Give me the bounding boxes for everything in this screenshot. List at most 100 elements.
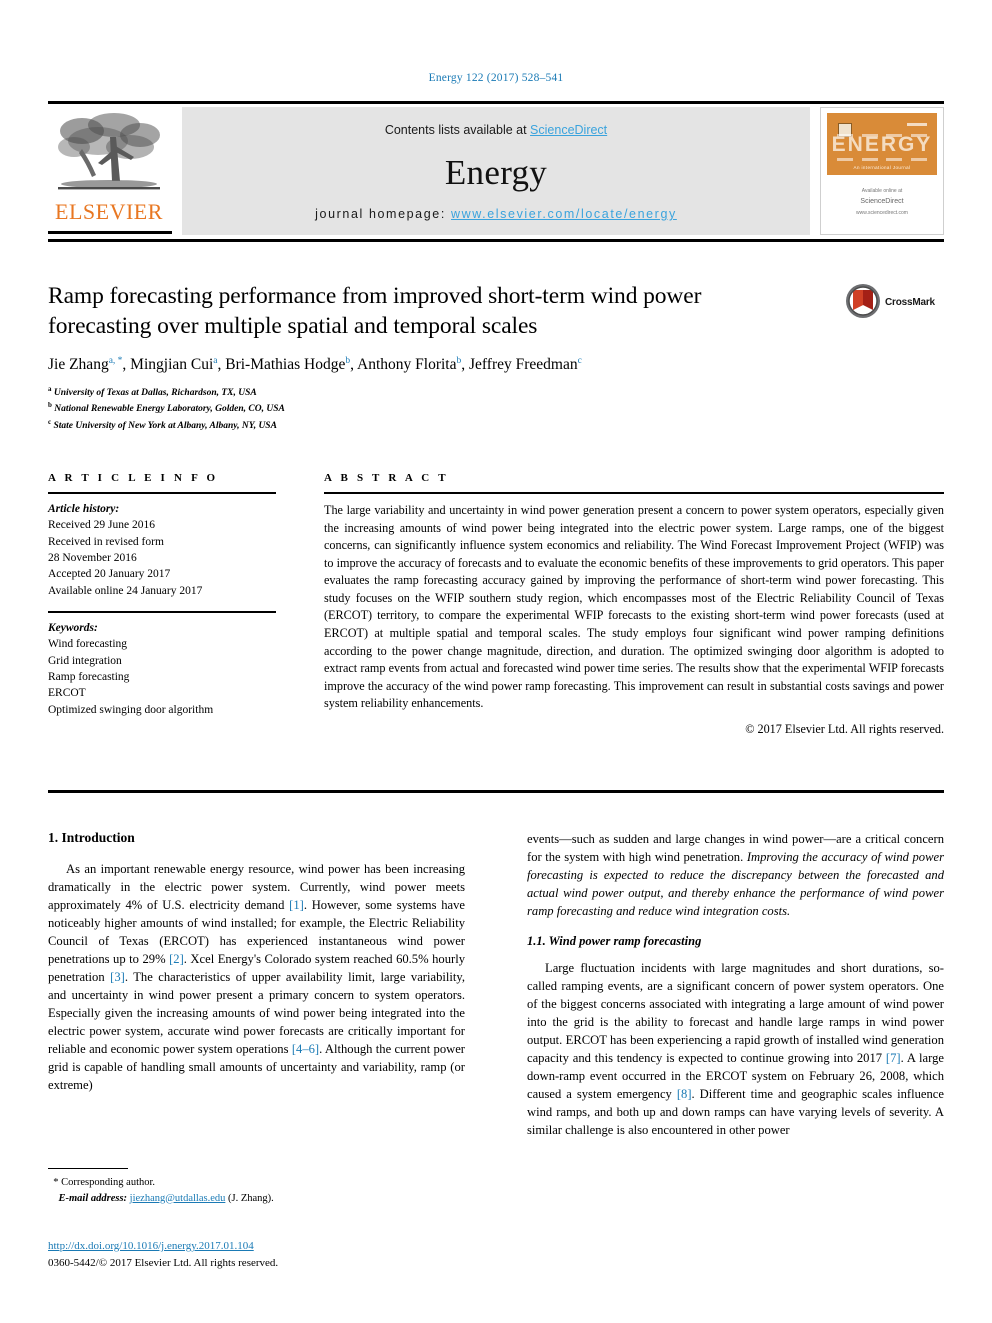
author-1-name: Mingjian Cui [130,356,214,374]
keyword-3: ERCOT [48,687,86,700]
author-list: Jie Zhanga, *, Mingjian Cuia, Bri-Mathia… [48,356,582,374]
citation-7[interactable]: [7] [886,1051,901,1065]
doi-block: http://dx.doi.org/10.1016/j.energy.2017.… [48,1238,465,1272]
doi-link[interactable]: http://dx.doi.org/10.1016/j.energy.2017.… [48,1240,254,1252]
crossmark-label: CrossMark [885,297,935,308]
citation-4-6[interactable]: [4–6] [292,1042,319,1056]
abstract-text: The large variability and uncertainty in… [324,503,944,711]
affiliation-a: a University of Texas at Dallas, Richard… [48,384,944,401]
crossmark-icon [846,284,880,318]
section-1-heading: 1. Introduction [48,830,135,845]
article-history-item-3: Accepted 20 January 2017 [48,568,171,581]
keyword-0: Wind forecasting [48,638,128,651]
contents-available-line: Contents lists available at ScienceDirec… [182,123,810,137]
cover-topright-mark [907,123,927,126]
abstract-heading: A B S T R A C T [324,472,449,484]
journal-masthead: ELSEVIER Contents lists available at Sci… [48,101,944,242]
running-head: Energy 122 (2017) 528–541 [428,72,564,84]
elsevier-logo: ELSEVIER [48,107,172,235]
masthead-bottom-rule [48,239,944,242]
issn-copyright-line: 0360-5442/© 2017 Elsevier Ltd. All right… [48,1257,279,1270]
author-2-name: Bri-Mathias Hodge [225,356,346,374]
corresponding-author-line: * Corresponding author. [48,1175,465,1191]
citation-8[interactable]: [8] [677,1087,692,1101]
sciencedirect-link[interactable]: ScienceDirect [530,123,607,137]
footnote-rule [48,1168,128,1169]
keyword-2: Ramp forecasting [48,670,130,683]
cover-footer-line1: Available online at [861,188,903,195]
article-history: Article history: Received 29 June 2016 R… [48,501,276,599]
journal-homepage-line: journal homepage: www.elsevier.com/locat… [182,207,810,221]
cover-footer-line3: www.sciencedirect.com [856,210,908,216]
article-history-label: Article history: [48,503,120,515]
affiliation-b-text: National Renewable Energy Laboratory, Go… [54,404,285,415]
affiliation-b-mark: b [48,401,52,410]
journal-article-page: Energy 122 (2017) 528–541 ELSEVIER Conte… [0,0,992,1323]
affiliation-c: c State University of New York at Albany… [48,417,944,434]
article-history-item-0: Received 29 June 2016 [48,519,155,532]
cover-tagline: An international Journal [853,165,911,170]
author-1-marks: a [213,356,218,367]
body-column-left: 1. Introduction As an important renewabl… [48,830,465,1094]
author-3: Anthony Floritab [357,356,461,373]
author-0: Jie Zhanga, * [48,356,122,373]
ramp-text-a: Large fluctuation incidents with large m… [527,961,944,1065]
citation-3[interactable]: [3] [110,970,125,984]
author-2-marks: b [345,356,351,367]
affiliation-c-text: State University of New York at Albany, … [53,421,277,432]
author-0-marks: a, * [108,356,123,367]
corresponding-text: Corresponding author. [61,1177,156,1188]
abstract-rule [324,492,944,494]
author-3-name: Anthony Florita [357,356,457,374]
masthead-top-rule [48,101,944,104]
title-block: Ramp forecasting performance from improv… [48,282,944,434]
elsevier-tree-icon [52,109,166,197]
keyword-4: Optimized swinging door algorithm [48,703,214,716]
abstract-bottom-divider [48,790,944,793]
intro-paragraph-left: As an important renewable energy resourc… [48,860,465,1094]
ramp-forecasting-paragraph: Large fluctuation incidents with large m… [527,959,944,1139]
author-3-marks: b [456,356,462,367]
article-info-column: A R T I C L E I N F O Article history: R… [48,472,276,718]
section-1-1-heading: 1.1. Wind power ramp forecasting [527,934,702,948]
journal-title: Energy [444,153,548,192]
contents-prefix: Contents lists available at [384,123,531,137]
corresponding-marker: * [53,1177,59,1188]
journal-cover-thumbnail[interactable]: ENERGY An international Journal Availabl… [820,107,944,235]
article-info-rule [48,492,276,494]
masthead-center-panel: Contents lists available at ScienceDirec… [182,107,810,235]
intro-paragraph-right-continued: events—such as sudden and large changes … [527,830,944,920]
affiliation-c-mark: c [48,418,52,427]
article-history-item-2: 28 November 2016 [48,551,137,564]
cover-orange-band: ENERGY An international Journal [827,113,937,175]
article-history-item-1: Received in revised form [48,535,164,548]
citation-1[interactable]: [1] [289,898,304,912]
keywords-label: Keywords: [48,621,98,634]
corresponding-author-note: * Corresponding author. E-mail address: … [48,1175,465,1207]
journal-homepage-link[interactable]: www.elsevier.com/locate/energy [451,207,677,221]
affiliation-a-mark: a [48,384,52,393]
abstract-column: A B S T R A C T The large variability an… [324,472,944,737]
email-suffix: (J. Zhang). [227,1192,274,1204]
affiliation-a-text: University of Texas at Dallas, Richardso… [53,387,257,398]
cover-tick-row-bottom [837,158,927,161]
author-2: Bri-Mathias Hodgeb [225,356,350,373]
keyword-1: Grid integration [48,654,122,667]
homepage-prefix: journal homepage: [315,207,451,221]
affiliation-list: a University of Texas at Dallas, Richard… [48,384,944,435]
email-link[interactable]: jiezhang@utdallas.edu [130,1193,226,1204]
affiliation-b: b National Renewable Energy Laboratory, … [48,400,944,417]
author-1: Mingjian Cuia [130,356,217,373]
abstract-copyright: © 2017 Elsevier Ltd. All rights reserved… [745,721,944,736]
body-column-right: events—such as sudden and large changes … [527,830,944,1139]
cover-footer-line2: ScienceDirect [860,198,904,206]
keywords-rule [48,610,276,613]
email-line: E-mail address: jiezhang@utdallas.edu (J… [48,1191,465,1207]
author-4: Jeffrey Freedmanc [469,356,582,373]
author-4-name: Jeffrey Freedman [468,356,578,374]
article-info-heading: A R T I C L E I N F O [48,472,219,484]
citation-2[interactable]: [2] [169,952,184,966]
email-label: E-mail address: [58,1192,128,1204]
crossmark-badge[interactable]: CrossMark [845,283,945,329]
paper-title: Ramp forecasting performance from improv… [48,283,702,339]
